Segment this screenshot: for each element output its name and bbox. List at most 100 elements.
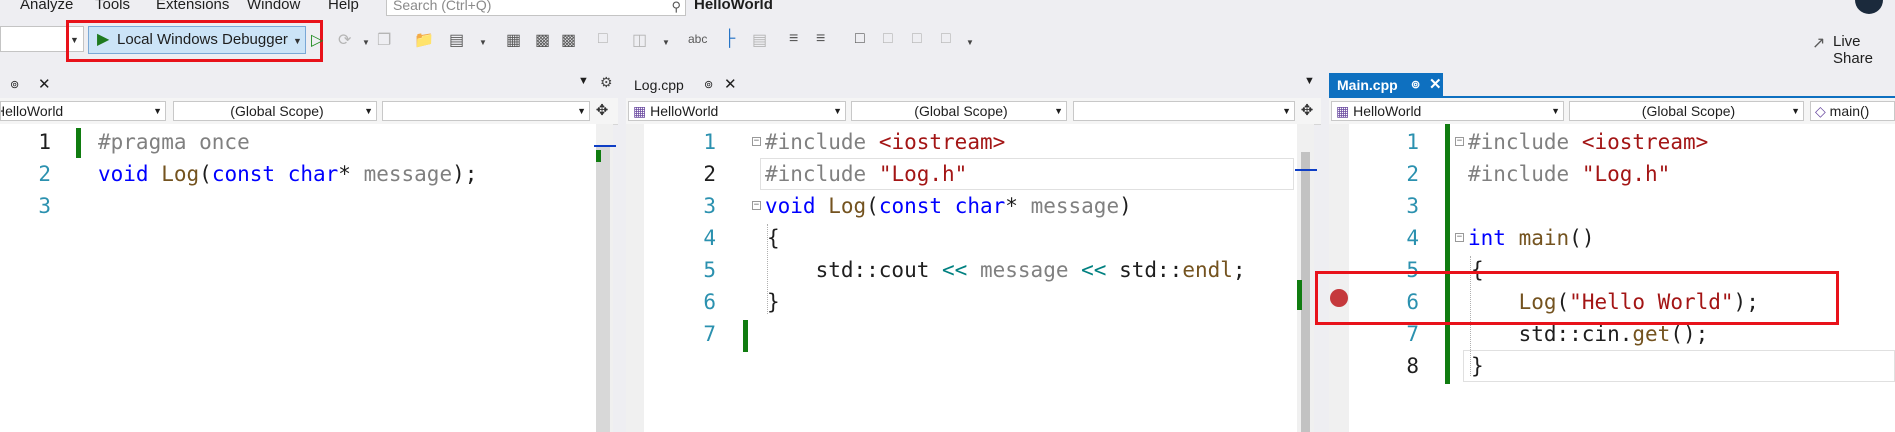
chevron-down-icon: ▼ [364,106,373,116]
collapse-icon[interactable]: − [752,137,761,146]
project-dropdown[interactable]: ▦ HelloWorld ▼ [1331,101,1564,121]
tab-log-h[interactable]: ⊚ ✕ [0,73,60,97]
code-line[interactable]: { [767,222,780,254]
step-icon[interactable]: ├ [724,30,735,48]
spell-check-icon[interactable]: abc [688,32,707,46]
code-token: char [287,162,339,186]
breakpoint-icon[interactable] [1330,289,1348,307]
chevron-down-icon: ▼ [153,106,162,116]
format-icon[interactable]: □ [598,30,608,48]
member-dropdown[interactable]: ◇ main() [1810,101,1895,121]
code-line[interactable]: #pragma once [98,126,250,158]
code-token: Log [828,194,867,218]
menu-help-label: Help [328,0,359,13]
member-label: main() [1829,103,1870,119]
scope-dropdown[interactable]: (Global Scope) ▼ [1569,101,1804,121]
line-number: 4 [703,226,716,250]
code-line[interactable]: #include <iostream> [765,126,1005,158]
code-line[interactable]: std::cout << message << std::endl; [765,254,1246,286]
chevron-down-icon[interactable]: ▼ [662,38,670,47]
close-icon[interactable]: ✕ [1429,73,1442,97]
collapse-icon[interactable]: − [1455,233,1464,242]
code-line[interactable]: std::cin.get(); [1468,318,1709,350]
close-icon[interactable]: ✕ [724,73,737,97]
chevron-down-icon[interactable]: ▼ [966,38,974,47]
collapse-icon[interactable]: − [752,201,761,210]
dropdown-icon[interactable]: ▼ [578,75,589,87]
scrollbar-thumb[interactable] [596,146,610,432]
menu-analyze[interactable]: Analyze [20,0,73,13]
code-line[interactable]: { [1471,254,1484,286]
code-line[interactable]: #include "Log.h" [1468,158,1670,190]
member-dropdown[interactable]: ▼ [1073,101,1295,121]
tab-log-cpp[interactable]: Log.cpp ⊚ ✕ [626,73,746,97]
window-icon[interactable]: ❐ [377,30,391,50]
menu-window-label: Window [247,0,301,13]
live-share-button[interactable]: Live Share [1833,33,1895,67]
start-debugging-button[interactable]: ▶ Local Windows Debugger ▼ [88,26,306,54]
comment-icon[interactable]: ≡ [816,30,825,48]
live-share-icon: ↗ [1812,35,1826,52]
project-icon: ▦ [1336,103,1350,119]
vertical-scrollbar[interactable] [1295,124,1317,432]
pane-splitter[interactable] [618,70,626,432]
build-icon[interactable]: ▦ [506,30,521,50]
browse-icon[interactable]: 📁 [414,30,434,50]
layout-icon[interactable]: ▤ [449,30,464,50]
menu-tools[interactable]: Tools [95,0,130,13]
outdent-icon[interactable]: ≡ [789,30,798,48]
code-line[interactable]: } [1471,350,1484,382]
line-number: 7 [1406,322,1419,346]
menu-window[interactable]: Window [247,0,300,13]
code-line[interactable]: void Log(const char* message); [98,158,477,190]
vertical-scrollbar[interactable] [594,124,616,432]
scrollbar-thumb[interactable] [1301,152,1310,432]
search-box[interactable]: Search (Ctrl+Q) ⚲ [386,0,686,16]
next-bookmark-icon[interactable]: □ [912,30,922,48]
chevron-down-icon[interactable]: ▼ [362,38,370,47]
gear-icon[interactable]: ⚙ [600,74,613,91]
rebuild-icon[interactable]: ▩ [561,30,576,50]
pin-icon[interactable]: ⊚ [1411,73,1420,97]
clear-bookmarks-icon[interactable]: □ [941,30,951,48]
avatar[interactable] [1855,0,1883,14]
bookmark-icon[interactable]: □ [855,30,865,48]
project-dropdown[interactable]: HelloWorld ▼ [0,101,166,121]
code-token: endl [1182,258,1233,282]
code-token: } [767,290,780,314]
code-token: #include [1468,162,1570,186]
code-line[interactable]: Log("Hello World"); [1468,286,1759,318]
step-over-icon[interactable]: ▤ [752,30,767,50]
split-editor-icon[interactable]: ✥ [592,101,612,121]
prev-bookmark-icon[interactable]: □ [883,30,893,48]
code-line[interactable]: #include <iostream> [1468,126,1708,158]
menu-extensions[interactable]: Extensions [156,0,229,13]
code-token: "Log.h" [1581,162,1671,186]
code-token: ; [1232,258,1246,282]
member-dropdown[interactable]: ▼ [382,101,590,121]
code-line[interactable]: void Log(const char* message) [765,190,1132,222]
scope-dropdown[interactable]: (Global Scope) ▼ [851,101,1067,121]
pin-icon[interactable]: ⊚ [10,73,19,97]
scope-dropdown[interactable]: (Global Scope) ▼ [173,101,377,121]
code-line[interactable]: int main() [1468,222,1594,254]
start-without-debugging-icon[interactable]: ▷ [311,30,323,50]
debugger-label: Local Windows Debugger [117,31,288,48]
project-dropdown[interactable]: ▦ HelloWorld ▼ [628,101,846,121]
collapse-icon[interactable]: − [1455,137,1464,146]
find-icon[interactable]: ◫ [632,30,647,50]
pin-icon[interactable]: ⊚ [704,73,713,97]
tab-main-cpp[interactable]: Main.cpp ⊚ ✕ [1329,73,1443,97]
chevron-down-icon[interactable]: ▼ [293,28,302,54]
menu-help[interactable]: Help [328,0,359,13]
chevron-down-icon[interactable]: ▼ [479,38,487,47]
hot-reload-icon[interactable]: ⟳ [338,30,351,50]
chevron-down-icon: ▼ [577,106,586,116]
pane-splitter[interactable] [1321,70,1329,432]
code-line[interactable]: #include "Log.h" [765,158,967,190]
split-editor-icon[interactable]: ✥ [1297,101,1317,121]
close-icon[interactable]: ✕ [38,73,51,97]
code-line[interactable]: } [767,286,780,318]
build-solution-icon[interactable]: ▩ [535,30,550,50]
dropdown-icon[interactable]: ▼ [1304,75,1315,87]
